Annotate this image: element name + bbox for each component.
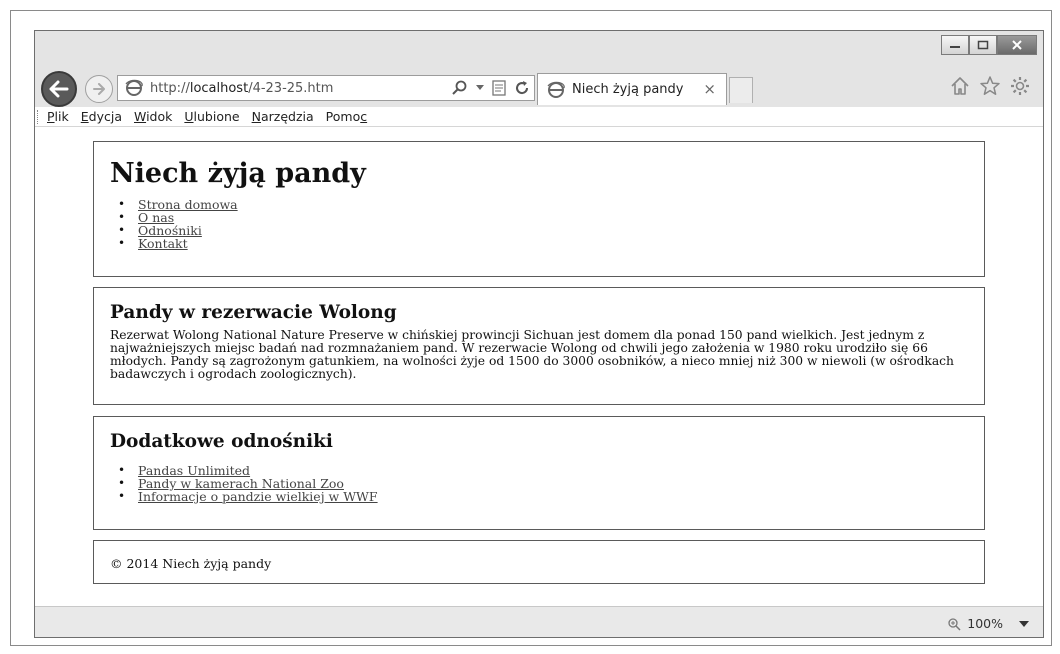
- browser-window: http://localhost/4-23-25.htm Niech żyją …: [34, 30, 1044, 638]
- article-section: Pandy w rezerwacie Wolong Rezerwat Wolon…: [93, 287, 985, 405]
- tab-close-button[interactable]: ×: [703, 80, 716, 98]
- menu-pomoc[interactable]: Pomoc: [326, 109, 367, 124]
- back-arrow-icon: [49, 80, 69, 98]
- chevron-down-icon[interactable]: [476, 85, 484, 91]
- article-text: Rezerwat Wolong National Nature Preserve…: [110, 329, 976, 381]
- article-line: badawczych i ogrodach zoologicznych).: [110, 367, 357, 381]
- forward-arrow-icon: [93, 83, 105, 95]
- window-controls: [941, 35, 1037, 55]
- compatibility-view-icon[interactable]: [492, 80, 506, 96]
- forward-button[interactable]: [85, 75, 113, 103]
- star-icon[interactable]: [979, 75, 1001, 97]
- address-bar[interactable]: http://localhost/4-23-25.htm: [117, 75, 535, 101]
- close-window-button[interactable]: [997, 35, 1037, 55]
- address-tools: [452, 78, 530, 98]
- tab-title: Niech żyją pandy: [572, 82, 684, 97]
- menu-widok[interactable]: Widok: [134, 109, 172, 124]
- browser-chrome: http://localhost/4-23-25.htm Niech żyją …: [35, 31, 1043, 107]
- site-title: Niech żyją pandy: [110, 158, 366, 189]
- refresh-icon[interactable]: [514, 80, 530, 96]
- maximize-button[interactable]: [969, 35, 997, 55]
- menu-narzedzia[interactable]: Narzędzia: [252, 109, 314, 124]
- home-icon[interactable]: [949, 75, 971, 97]
- main-nav: Strona domowa O nas Odnośniki Kontakt: [116, 198, 238, 250]
- list-item: Informacje o pandzie wielkiej w WWF: [116, 490, 378, 503]
- nav-item: Kontakt: [116, 237, 238, 250]
- footer-section: © 2014 Niech żyją pandy: [93, 540, 985, 584]
- maximize-icon: [977, 40, 989, 50]
- minimize-button[interactable]: [941, 35, 969, 55]
- menu-plik[interactable]: Plik: [47, 109, 69, 124]
- extra-links-section: Dodatkowe odnośniki Pandas Unlimited Pan…: [93, 416, 985, 530]
- back-button[interactable]: [41, 71, 77, 107]
- extra-links-title: Dodatkowe odnośniki: [110, 431, 333, 452]
- link-wwf[interactable]: Informacje o pandzie wielkiej w WWF: [138, 489, 378, 504]
- chevron-down-icon[interactable]: [1019, 620, 1029, 628]
- status-bar: 100%: [35, 606, 1043, 637]
- magnifier-icon: [948, 617, 961, 631]
- footer-text: © 2014 Niech żyją pandy: [110, 556, 272, 571]
- article-title: Pandy w rezerwacie Wolong: [110, 302, 397, 323]
- nav-item: Strona domowa: [116, 198, 238, 211]
- menu-grip: [37, 109, 41, 124]
- menu-bar: Plik Edycja Widok Ulubione Narzędzia Pom…: [35, 107, 1043, 127]
- menu-ulubione[interactable]: Ulubione: [184, 109, 239, 124]
- close-icon: [1012, 40, 1022, 50]
- gear-icon[interactable]: [1009, 75, 1031, 97]
- ie-logo-icon: [547, 81, 565, 98]
- nav-link-contact[interactable]: Kontakt: [138, 236, 188, 251]
- page-content: Niech żyją pandy Strona domowa O nas Odn…: [35, 128, 1043, 606]
- search-icon[interactable]: [452, 80, 468, 96]
- minimize-icon: [950, 46, 960, 48]
- extra-links-list: Pandas Unlimited Pandy w kamerach Nation…: [116, 464, 378, 503]
- ie-logo-icon: [125, 79, 143, 96]
- browser-tools: [949, 75, 1031, 97]
- new-tab-button[interactable]: [729, 77, 753, 103]
- header-section: Niech żyją pandy Strona domowa O nas Odn…: [93, 141, 985, 277]
- zoom-control[interactable]: 100%: [947, 616, 1029, 631]
- menu-edycja[interactable]: Edycja: [81, 109, 122, 124]
- zoom-level: 100%: [967, 616, 1003, 631]
- tab-active[interactable]: Niech żyją pandy ×: [537, 73, 727, 105]
- address-url[interactable]: http://localhost/4-23-25.htm: [150, 81, 333, 96]
